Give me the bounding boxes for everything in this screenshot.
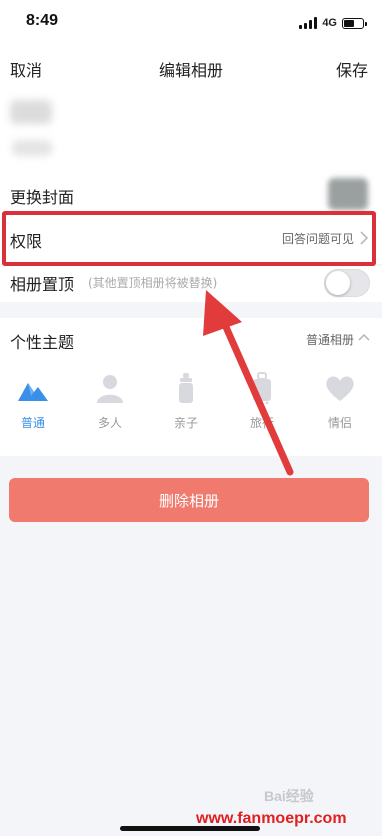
battery-icon: [342, 17, 367, 29]
save-button[interactable]: 保存: [336, 57, 368, 81]
nav-bar: 取消 编辑相册 保存: [0, 46, 382, 88]
album-name-blurred[interactable]: [10, 100, 52, 124]
theme-option-label: 多人: [97, 416, 122, 430]
status-time: 8:49: [26, 12, 59, 29]
cover-thumbnail: [328, 178, 368, 210]
network-type: 4G: [322, 17, 337, 29]
toggle-knob: [326, 271, 350, 295]
theme-current-value[interactable]: 普通相册: [306, 331, 354, 348]
change-cover-row[interactable]: 更换封面: [0, 172, 382, 214]
theme-option-label: 亲子: [173, 416, 198, 430]
pin-album-note: (其他置顶相册将被替换): [88, 276, 218, 290]
person-icon: [97, 375, 123, 403]
chevron-up-icon[interactable]: [358, 332, 370, 344]
theme-option-label: 情侣: [327, 416, 352, 430]
change-cover-label: 更换封面: [10, 188, 75, 207]
theme-option-group[interactable]: 多人: [80, 372, 140, 442]
battery-level: [344, 19, 354, 27]
theme-option-family[interactable]: 亲子: [156, 372, 216, 442]
status-indicators: 4G: [299, 14, 367, 32]
theme-options: 普通 多人 亲子 旅行 情侣: [0, 372, 382, 442]
page-title: 编辑相册: [158, 61, 223, 80]
signal-icon: [299, 17, 318, 29]
status-bar: 8:49 4G: [0, 0, 382, 46]
theme-option-couple[interactable]: 情侣: [310, 372, 370, 442]
permission-label: 权限: [10, 232, 43, 251]
delete-album-button[interactable]: 删除相册: [9, 478, 369, 522]
home-indicator: [120, 826, 260, 831]
chevron-right-icon: [360, 231, 369, 245]
pin-album-row: 相册置顶 (其他置顶相册将被替换): [0, 266, 382, 302]
mountain-icon: [18, 383, 48, 401]
baby-bottle-icon: [179, 373, 193, 403]
pin-album-label: 相册置顶: [10, 275, 75, 294]
album-info[interactable]: [0, 88, 382, 172]
theme-section: 个性主题 普通相册 普通 多人 亲子 旅行 情侣: [0, 318, 382, 456]
permission-row[interactable]: 权限 回答问题可见: [0, 214, 382, 264]
theme-option-travel[interactable]: 旅行: [232, 372, 292, 442]
theme-option-label: 旅行: [249, 416, 274, 430]
theme-option-normal[interactable]: 普通: [3, 372, 63, 442]
heart-icon: [326, 376, 354, 401]
album-desc-blurred[interactable]: [12, 140, 52, 156]
baidu-watermark: Bai经验: [264, 788, 314, 804]
theme-title: 个性主题: [10, 333, 75, 352]
theme-option-label: 普通: [20, 416, 45, 430]
pin-album-toggle[interactable]: [324, 269, 370, 297]
luggage-icon: [253, 372, 271, 404]
permission-value: 回答问题可见: [281, 232, 354, 246]
